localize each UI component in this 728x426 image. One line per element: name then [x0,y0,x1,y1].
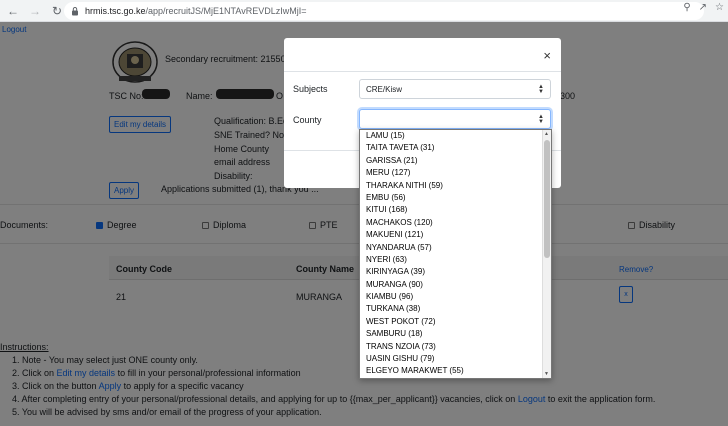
dropdown-option[interactable]: TURKANA (38) [360,303,551,315]
subjects-label: Subjects [293,84,328,94]
forward-arrow-icon[interactable]: → [26,2,44,20]
dropdown-option[interactable]: NYANDARUA (57) [360,242,551,254]
county-label: County [293,115,322,125]
url-host: hrmis.tsc.go.ke [85,6,146,16]
dropdown-option[interactable]: TAITA TAVETA (31) [360,142,551,154]
scrollbar-thumb[interactable] [544,140,550,258]
dropdown-option[interactable]: MERU (127) [360,167,551,179]
dropdown-option[interactable]: WEST POKOT (72) [360,316,551,328]
share-icon[interactable]: ↗ [699,2,707,13]
dropdown-option[interactable]: THARAKA NITHI (59) [360,180,551,192]
dropdown-option[interactable]: UASIN GISHU (79) [360,353,551,365]
county-select[interactable]: ▲ ▼ [359,109,551,129]
dropdown-option[interactable]: SAMBURU (18) [360,328,551,340]
dropdown-option[interactable]: TRANS NZOIA (73) [360,341,551,353]
subjects-select[interactable]: CRE/Kisw ▲ ▼ [359,79,551,99]
url-path: /app/recruitJS/MjE1NTAvREVDLzIwMjI= [145,6,307,16]
county-dropdown-list[interactable]: LAMU (15) TAITA TAVETA (31) GARISSA (21) ME… [359,129,552,379]
back-arrow-icon[interactable]: ← [4,2,22,20]
lock-icon [72,7,78,16]
scroll-down-icon[interactable]: ▼ [544,371,549,377]
close-icon[interactable]: × [543,48,551,63]
dropdown-scrollbar[interactable]: ▲ ▼ [542,130,551,378]
select-arrows-icon: ▲ ▼ [538,84,544,95]
dropdown-option[interactable]: GARISSA (21) [360,155,551,167]
browser-toolbar: ← → ↻ hrmis.tsc.go.ke/app/recruitJS/MjE1… [0,0,728,22]
dropdown-option[interactable]: LAMU (15) [360,130,551,142]
modal-header: × [284,38,561,72]
dropdown-option[interactable]: NYERI (63) [360,254,551,266]
dropdown-option[interactable]: ELGEYO MARAKWET (55) [360,365,551,377]
select-arrows-icon: ▲ ▼ [538,114,544,125]
dropdown-option[interactable]: EMBU (56) [360,192,551,204]
address-bar[interactable]: hrmis.tsc.go.ke/app/recruitJS/MjE1NTAvRE… [64,2,704,20]
scroll-up-icon[interactable]: ▲ [544,131,549,137]
dropdown-option[interactable]: KIRINYAGA (39) [360,266,551,278]
dropdown-option[interactable]: MACHAKOS (120) [360,217,551,229]
dropdown-option[interactable]: MAKUENI (121) [360,229,551,241]
dropdown-option[interactable]: MURANGA (90) [360,279,551,291]
search-icon[interactable]: ⚲ [683,2,690,13]
dropdown-option[interactable]: KITUI (168) [360,204,551,216]
dropdown-option[interactable]: KIAMBU (96) [360,291,551,303]
star-icon[interactable]: ☆ [715,2,724,13]
